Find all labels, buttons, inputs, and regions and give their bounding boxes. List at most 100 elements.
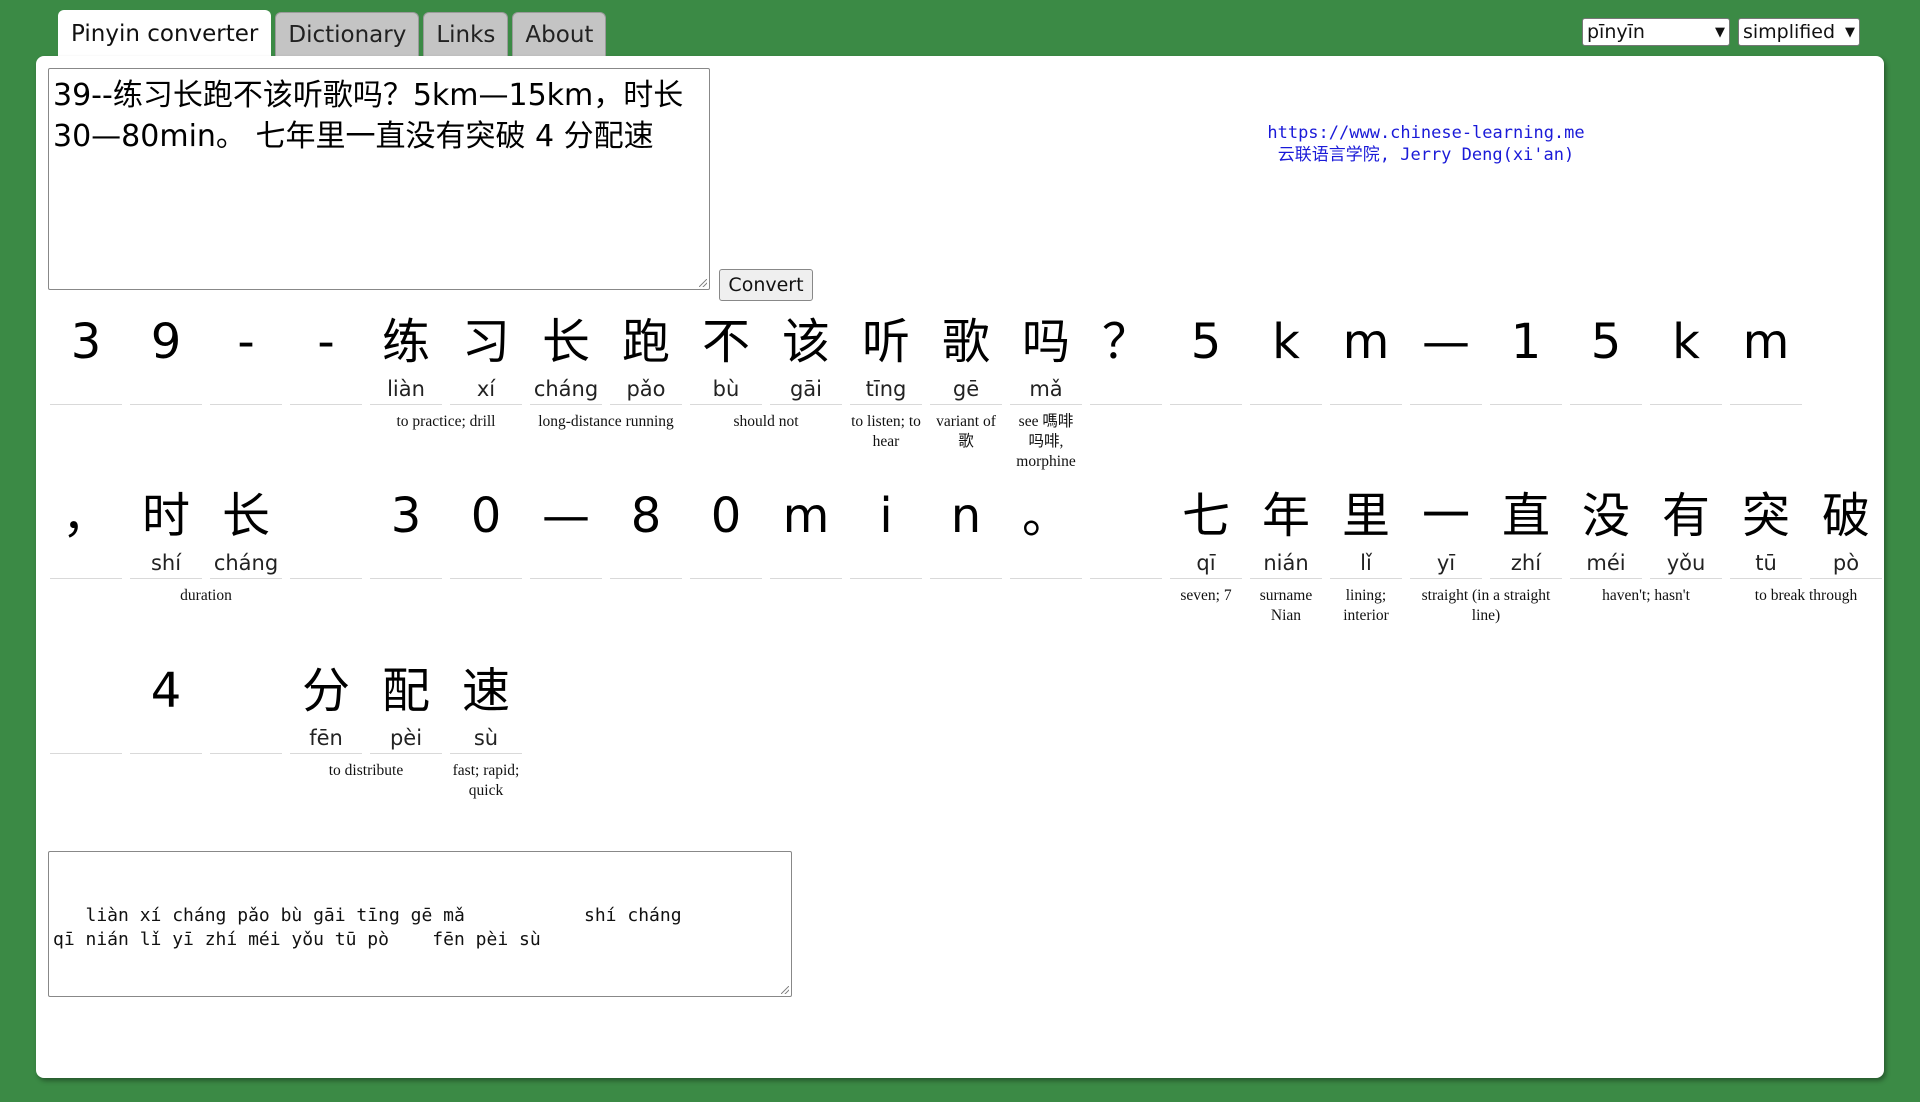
resize-handle-icon[interactable]	[781, 986, 789, 994]
hanzi-char: —	[1422, 314, 1470, 370]
pinyin-reading: cháng	[210, 548, 282, 579]
char-cell: 一 yī	[1410, 484, 1482, 579]
char-cell: 速 sù	[450, 659, 522, 754]
site-credit: https://www.chinese-learning.me 云联语言学院, …	[1241, 122, 1611, 166]
pinyin-reading	[770, 548, 842, 579]
chinese-input-textarea[interactable]: 39--练习长跑不该听歌吗？5km—15km，时长 30—80min。 七年里一…	[48, 68, 710, 290]
char-cell: 直 zhí	[1490, 484, 1562, 579]
hanzi-char: 该	[781, 314, 830, 370]
char-cell: 年 nián	[1250, 484, 1322, 579]
hanzi-char: 。	[1021, 488, 1070, 544]
pinyin-reading: tū	[1730, 548, 1802, 579]
pinyin-reading: tīng	[850, 374, 922, 405]
hanzi-char: 突	[1741, 488, 1790, 544]
pinyin-reading: zhí	[1490, 548, 1562, 579]
hanzi-char: 直	[1501, 488, 1550, 544]
hanzi-char: ？	[1101, 314, 1150, 370]
pinyin-reading	[1090, 374, 1162, 405]
english-gloss: variant of 歌	[936, 413, 996, 450]
main-panel: 39--练习长跑不该听歌吗？5km—15km，时长 30—80min。 七年里一…	[36, 56, 1884, 1078]
char-cell: 8	[610, 484, 682, 579]
char-cell: 跑 pǎo	[610, 310, 682, 405]
pinyin-reading	[1410, 374, 1482, 405]
pinyin-reading: shí	[130, 548, 202, 579]
char-cell: 配 pèi	[370, 659, 442, 754]
char-cell: 听 tīng	[850, 310, 922, 405]
char-cell: -	[290, 310, 362, 405]
hanzi-char: -	[237, 314, 255, 370]
pinyin-reading	[530, 548, 602, 579]
char-cell: 分 fēn	[290, 659, 362, 754]
char-cell: 。	[1010, 484, 1082, 579]
english-gloss: straight (in a straight line)	[1421, 587, 1551, 624]
tab-about[interactable]: About	[512, 12, 607, 57]
char-cell: 突 tū	[1730, 484, 1802, 579]
char-cell: 3	[370, 484, 442, 579]
english-gloss: haven't; hasn't	[1602, 587, 1690, 604]
char-cell: 5	[1170, 310, 1242, 405]
hanzi-char: 吗	[1021, 314, 1070, 370]
pinyin-reading	[290, 548, 362, 579]
pinyin-reading: liàn	[370, 374, 442, 405]
pinyin-reading	[1170, 374, 1242, 405]
char-cell: n	[930, 484, 1002, 579]
hanzi-char: 5	[1190, 314, 1222, 370]
resize-handle-icon[interactable]	[699, 279, 707, 287]
char-cell: 里 lǐ	[1330, 484, 1402, 579]
english-gloss: to distribute	[328, 762, 404, 779]
tab-links[interactable]: Links	[423, 12, 509, 57]
hanzi-char: k	[1672, 314, 1700, 370]
hanzi-char: 0	[470, 488, 502, 544]
pinyin-reading	[130, 374, 202, 405]
char-cell: 吗 mǎ	[1010, 310, 1082, 405]
pinyin-reading	[130, 723, 202, 754]
char-cell: 没 méi	[1570, 484, 1642, 579]
pinyin-reading	[50, 548, 122, 579]
pinyin-mode-select[interactable]: pīnyīn ▼	[1582, 18, 1730, 46]
pinyin-reading: pǎo	[610, 374, 682, 405]
pinyin-reading: bù	[690, 374, 762, 405]
convert-button[interactable]: Convert	[719, 269, 813, 301]
char-cell: k	[1650, 310, 1722, 405]
char-cell: i	[850, 484, 922, 579]
char-cell: m	[770, 484, 842, 579]
char-cell	[290, 484, 362, 579]
pinyin-reading	[1650, 374, 1722, 405]
hanzi-char: 习	[461, 314, 510, 370]
english-gloss: seven; 7	[1180, 587, 1232, 604]
pinyin-reading	[1570, 374, 1642, 405]
chevron-down-icon: ▼	[1715, 24, 1725, 40]
hanzi-char: 1	[1510, 314, 1542, 370]
tab-pinyin-converter[interactable]: Pinyin converter	[58, 10, 272, 57]
hanzi-char	[290, 484, 362, 548]
pinyin-reading: pèi	[370, 723, 442, 754]
char-cell: m	[1330, 310, 1402, 405]
english-gloss: to listen; to hear	[851, 413, 921, 450]
hanzi-char: 年	[1261, 488, 1310, 544]
char-cell: 长 cháng	[210, 484, 282, 579]
pinyin-reading	[450, 548, 522, 579]
char-cell: 长 cháng	[530, 310, 602, 405]
pinyin-reading	[210, 723, 282, 754]
hanzi-char	[1090, 484, 1162, 548]
tab-dictionary[interactable]: Dictionary	[275, 12, 420, 57]
english-gloss: long-distance running	[538, 413, 674, 430]
script-select[interactable]: simplified ▼	[1738, 18, 1860, 46]
hanzi-char: 跑	[621, 314, 670, 370]
site-url-link[interactable]: https://www.chinese-learning.me	[1241, 122, 1611, 144]
char-cell: 5	[1570, 310, 1642, 405]
char-cell: 练 liàn	[370, 310, 442, 405]
hanzi-char: 不	[701, 314, 750, 370]
char-cell: 0	[450, 484, 522, 579]
hanzi-char: m	[782, 488, 830, 544]
pinyin-reading	[50, 374, 122, 405]
pinyin-reading	[690, 548, 762, 579]
tab-bar: Pinyin converter Dictionary Links About	[58, 10, 607, 57]
hanzi-char: 里	[1341, 488, 1390, 544]
char-cell: 1	[1490, 310, 1562, 405]
hanzi-char: 时	[141, 488, 190, 544]
char-cell: 4	[130, 659, 202, 754]
pinyin-reading	[210, 374, 282, 405]
hanzi-char: 没	[1581, 488, 1630, 544]
pinyin-output-textarea[interactable]: liàn xí cháng pǎo bù gāi tīng gē mǎ shí …	[48, 851, 792, 997]
